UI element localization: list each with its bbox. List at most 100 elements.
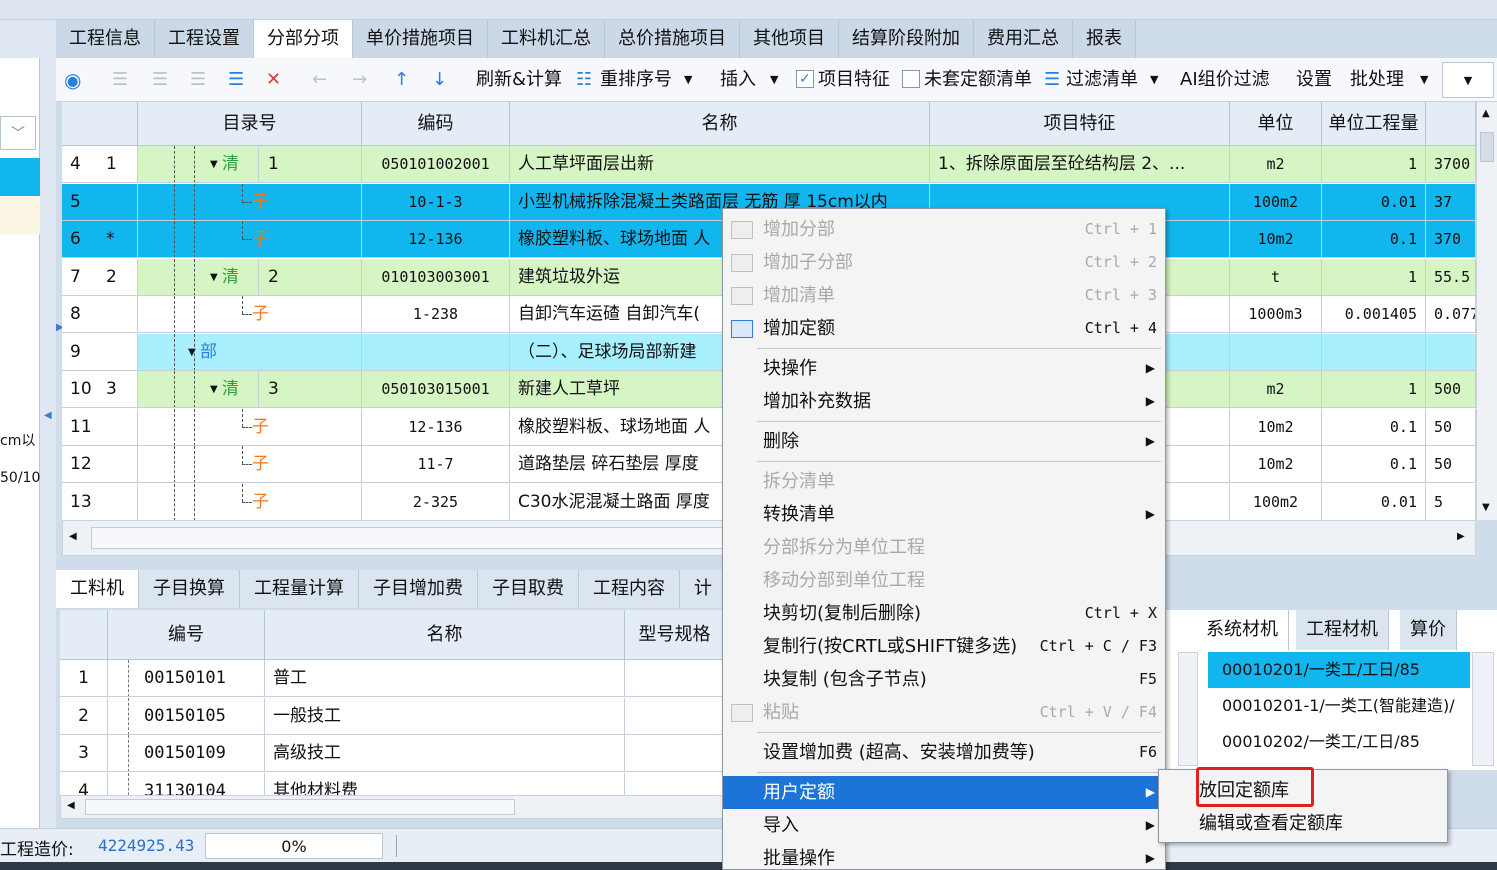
resource-name[interactable]: 普工 (265, 660, 625, 697)
insert-button[interactable]: 插入 (720, 58, 756, 102)
resource-header-cell[interactable]: 名称 (265, 610, 625, 660)
menu-item-3[interactable]: 增加定额 Ctrl + 4 (723, 312, 1165, 345)
quantity-cell[interactable]: 0.01 (1322, 183, 1426, 221)
collapse-icon[interactable]: ▼ (210, 259, 218, 295)
row-header-cell[interactable]: 5 (62, 183, 138, 221)
resource-row-number[interactable]: 2 (60, 697, 108, 735)
quantity-cell[interactable] (1322, 333, 1426, 371)
code-cell[interactable]: 050101002001 (362, 146, 510, 183)
tab-9[interactable]: 报表 (1073, 20, 1136, 58)
resource-code[interactable]: 00150101 (108, 660, 265, 697)
tree-cell[interactable]: ▼ 清 3 (138, 371, 362, 408)
resource-header-cell[interactable]: 编号 (108, 610, 265, 660)
reorder-button[interactable]: 重排序号 (600, 58, 672, 102)
unit-cell[interactable]: m2 (1230, 146, 1322, 183)
menu-item-12[interactable]: 分部拆分为单位工程 (723, 531, 1165, 564)
detail-tab-5[interactable]: 工程内容 (579, 570, 680, 608)
menu-item-0[interactable]: 增加分部 Ctrl + 1 (723, 213, 1165, 246)
tab-1[interactable]: 工程设置 (155, 20, 254, 58)
arrow-right-icon[interactable]: → (352, 58, 367, 102)
amount-cell[interactable]: 50 (1426, 446, 1476, 483)
grid-header-cell[interactable] (1426, 102, 1476, 146)
name-cell[interactable]: 人工草坪面层出新 (510, 146, 930, 183)
tab-5[interactable]: 总价措施项目 (605, 20, 740, 58)
collapse-arrow-icon[interactable]: ◀ (44, 410, 52, 421)
tab-8[interactable]: 费用汇总 (974, 20, 1073, 58)
unit-cell[interactable]: 10m2 (1230, 408, 1322, 446)
scroll-thumb[interactable] (85, 799, 515, 815)
grid-header-cell[interactable]: 项目特征 (930, 102, 1230, 146)
quantity-cell[interactable]: 1 (1322, 258, 1426, 296)
grid-header-cell[interactable]: 目录号 (138, 102, 362, 146)
material-item[interactable]: 00010201/一类工/工日/85 (1208, 652, 1470, 688)
scroll-thumb[interactable] (1480, 132, 1494, 162)
unit-cell[interactable]: 100m2 (1230, 183, 1322, 221)
arrow-up-icon[interactable]: ↑ (394, 58, 409, 102)
material-tab-2[interactable]: 算价 (1400, 610, 1457, 650)
quantity-cell[interactable]: 0.1 (1322, 446, 1426, 483)
resource-name[interactable]: 高级技工 (265, 735, 625, 772)
ai-filter-button[interactable]: AI组价过滤 (1180, 58, 1270, 102)
resource-row-number[interactable]: 1 (60, 660, 108, 697)
amount-cell[interactable]: 50 (1426, 408, 1476, 446)
menu-item-10[interactable]: 拆分清单 (723, 465, 1165, 498)
code-cell[interactable]: 050103015001 (362, 371, 510, 408)
resource-header-cell[interactable]: 型号规格 (625, 610, 725, 660)
refresh-calc-button[interactable]: 刷新&计算 (476, 58, 562, 102)
code-cell[interactable] (362, 333, 510, 371)
tree-cell[interactable]: 子 (138, 296, 362, 333)
tree-cell[interactable]: 子 (138, 483, 362, 520)
menu-item-16[interactable]: 块复制 (包含子节点) F5 (723, 663, 1165, 696)
code-cell[interactable]: 2-325 (362, 483, 510, 520)
amount-cell[interactable]: 55.5 (1426, 258, 1476, 296)
menu-item-1[interactable]: 增加子分部 Ctrl + 2 (723, 246, 1165, 279)
grid-vertical-scrollbar[interactable]: ▲ ▼ (1476, 102, 1497, 520)
scroll-left-icon[interactable]: ◀ (67, 800, 75, 811)
unit-cell[interactable]: 100m2 (1230, 483, 1322, 520)
item-feature-checkbox[interactable]: ✓ (796, 70, 814, 88)
resource-spec[interactable] (625, 660, 725, 697)
left-tree-item[interactable] (0, 196, 40, 234)
resource-code[interactable]: 00150105 (108, 697, 265, 735)
tab-6[interactable]: 其他项目 (740, 20, 839, 58)
quantity-cell[interactable]: 1 (1322, 371, 1426, 408)
code-cell[interactable]: 010103003001 (362, 258, 510, 296)
row-header-cell[interactable]: 10 3 (62, 371, 138, 408)
menu-item-6[interactable]: 增加补充数据 ▶ (723, 385, 1165, 418)
tree-cell[interactable]: 子 (138, 408, 362, 446)
quantity-cell[interactable]: 0.1 (1322, 408, 1426, 446)
detail-tab-4[interactable]: 子目取费 (478, 570, 579, 608)
row-header-cell[interactable]: 13 (62, 483, 138, 520)
menu-item-21[interactable]: 用户定额 ▶ (723, 776, 1165, 809)
row-header-cell[interactable]: 11 (62, 408, 138, 446)
scroll-thumb[interactable] (91, 527, 731, 549)
delete-icon[interactable]: ✕ (266, 58, 281, 102)
grid-header-cell[interactable]: 单位工程量 (1322, 102, 1426, 146)
arrow-left-icon[interactable]: ← (312, 58, 327, 102)
collapse-icon[interactable]: ▼ (210, 371, 218, 407)
resource-spec[interactable] (625, 735, 725, 772)
add-subpart-icon[interactable]: ☰ (152, 58, 168, 102)
tab-2[interactable]: 分部分项 (254, 20, 353, 58)
grid-header-cell[interactable]: 名称 (510, 102, 930, 146)
code-cell[interactable]: 12-136 (362, 221, 510, 258)
left-dropdown[interactable]: ﹀ (0, 116, 36, 150)
tree-cell[interactable]: 子 (138, 221, 362, 258)
resource-row-number[interactable]: 3 (60, 735, 108, 772)
submenu-item-1[interactable]: 编辑或查看定额库 (1159, 807, 1447, 840)
resource-horizontal-scrollbar[interactable]: ◀ (60, 795, 725, 819)
collapse-icon[interactable]: ▼ (188, 334, 196, 370)
amount-cell[interactable]: 5 (1426, 483, 1476, 520)
scroll-up-icon[interactable]: ▲ (1482, 108, 1490, 119)
detail-tab-0[interactable]: 工料机 (56, 570, 139, 608)
grid-header-cell[interactable]: 编码 (362, 102, 510, 146)
menu-item-19[interactable]: 设置增加费 (超高、安装增加费等) F6 (723, 736, 1165, 769)
toolbar-overflow-button[interactable]: ▼ (1442, 62, 1494, 98)
unit-cell[interactable]: 10m2 (1230, 221, 1322, 258)
unit-cell[interactable]: 10m2 (1230, 446, 1322, 483)
amount-cell[interactable]: 3700 (1426, 146, 1476, 183)
chevron-down-icon[interactable]: ▼ (684, 58, 692, 102)
menu-item-15[interactable]: 复制行(按CRTL或SHIFT键多选) Ctrl + C / F3 (723, 630, 1165, 663)
material-item[interactable]: 00010201-1/一类工(智能建造)/ (1208, 688, 1470, 724)
tree-cell[interactable]: ▼ 清 1 (138, 146, 362, 183)
